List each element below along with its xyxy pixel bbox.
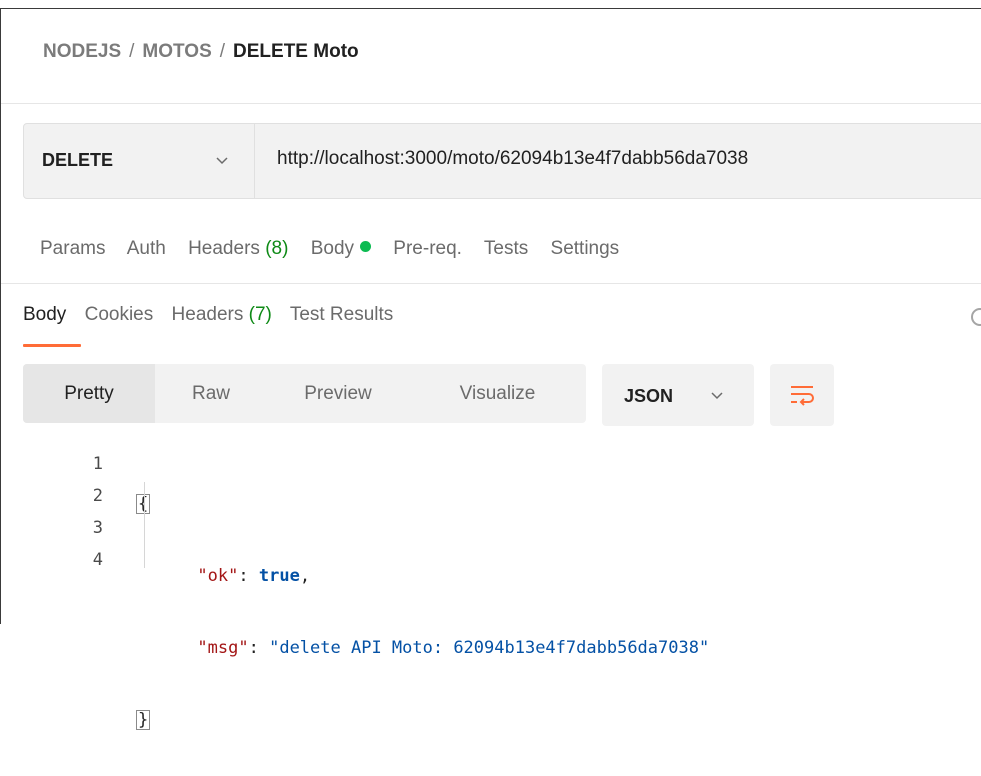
view-mode-group: Pretty Raw Preview Visualize: [23, 364, 586, 423]
line-number: 3: [92, 518, 103, 538]
active-tab-indicator: [23, 344, 81, 347]
code-line: "msg": "delete API Moto: 62094b13e4f7dab…: [136, 632, 709, 664]
json-key: "msg": [197, 638, 249, 658]
json-comma: ,: [299, 566, 311, 586]
tab-headers[interactable]: Headers (8): [188, 238, 288, 259]
close-brace: }: [136, 710, 151, 730]
url-text: http://localhost:3000/moto/62094b13e4f7d…: [277, 148, 749, 169]
method-select[interactable]: DELETE: [23, 123, 255, 199]
tab-headers-label: Headers: [188, 238, 260, 259]
line-number: 4: [92, 550, 103, 570]
json-key: "ok": [197, 566, 239, 586]
headers-count: (8): [265, 238, 289, 259]
line-numbers: 1 2 3 4: [79, 448, 103, 576]
indent-guide: [144, 482, 145, 568]
json-value: "delete API Moto: 62094b13e4f7dabb56da70…: [269, 638, 710, 658]
view-pretty-button[interactable]: Pretty: [23, 364, 155, 423]
response-tabs: Body Cookies Headers (7) Test Results: [23, 304, 406, 326]
chevron-down-icon: [711, 392, 723, 400]
code-line: "ok": true,: [136, 560, 709, 592]
breadcrumb: NODEJS / MOTOS / DELETE Moto: [43, 41, 359, 63]
url-input[interactable]: http://localhost:3000/moto/62094b13e4f7d…: [255, 123, 981, 199]
line-number: 2: [92, 486, 103, 506]
tab-auth[interactable]: Auth: [127, 238, 166, 259]
tab-test-results[interactable]: Test Results: [290, 304, 393, 325]
wrap-lines-icon: [791, 386, 814, 406]
view-visualize-button[interactable]: Visualize: [409, 364, 586, 423]
view-preview-button[interactable]: Preview: [267, 364, 409, 423]
tab-tests[interactable]: Tests: [484, 238, 528, 259]
wrap-lines-button[interactable]: [770, 364, 834, 426]
tab-cookies[interactable]: Cookies: [85, 304, 154, 325]
code-line: }: [136, 704, 709, 736]
section-divider: [1, 283, 981, 284]
request-name[interactable]: DELETE Moto: [233, 41, 359, 62]
header-divider: [1, 103, 981, 104]
code-line: {: [136, 488, 709, 520]
tab-response-headers[interactable]: Headers (7): [172, 304, 272, 325]
format-label: JSON: [624, 386, 674, 406]
body-indicator-dot: [360, 241, 372, 252]
window-border-top: [0, 8, 981, 9]
format-select[interactable]: JSON: [602, 364, 754, 426]
view-raw-button[interactable]: Raw: [155, 364, 267, 423]
tab-response-headers-label: Headers: [171, 304, 244, 325]
window-border-left: [0, 8, 1, 624]
response-headers-count: (7): [248, 304, 272, 325]
code-lines: { "ok": true, "msg": "delete API Moto: 6…: [136, 448, 709, 776]
tab-prereq[interactable]: Pre-req.: [393, 238, 462, 259]
tab-params[interactable]: Params: [40, 238, 105, 259]
tab-body[interactable]: Body: [310, 238, 372, 259]
tab-body-label: Body: [310, 238, 355, 259]
method-label: DELETE: [42, 150, 114, 170]
tab-settings[interactable]: Settings: [551, 238, 620, 259]
tab-response-body[interactable]: Body: [23, 304, 66, 325]
json-colon: :: [238, 566, 259, 586]
clock-icon[interactable]: [971, 308, 981, 326]
json-value: true: [258, 566, 300, 586]
breadcrumb-item-motos[interactable]: MOTOS: [142, 41, 211, 62]
json-colon: :: [248, 638, 270, 658]
request-tabs: Params Auth Headers (8) Body Pre-req. Te…: [40, 238, 636, 260]
line-number: 1: [92, 454, 103, 474]
chevron-down-icon: [216, 157, 228, 165]
breadcrumb-item-nodejs[interactable]: NODEJS: [43, 41, 121, 62]
breadcrumb-separator: /: [219, 41, 226, 62]
breadcrumb-separator: /: [129, 41, 135, 62]
